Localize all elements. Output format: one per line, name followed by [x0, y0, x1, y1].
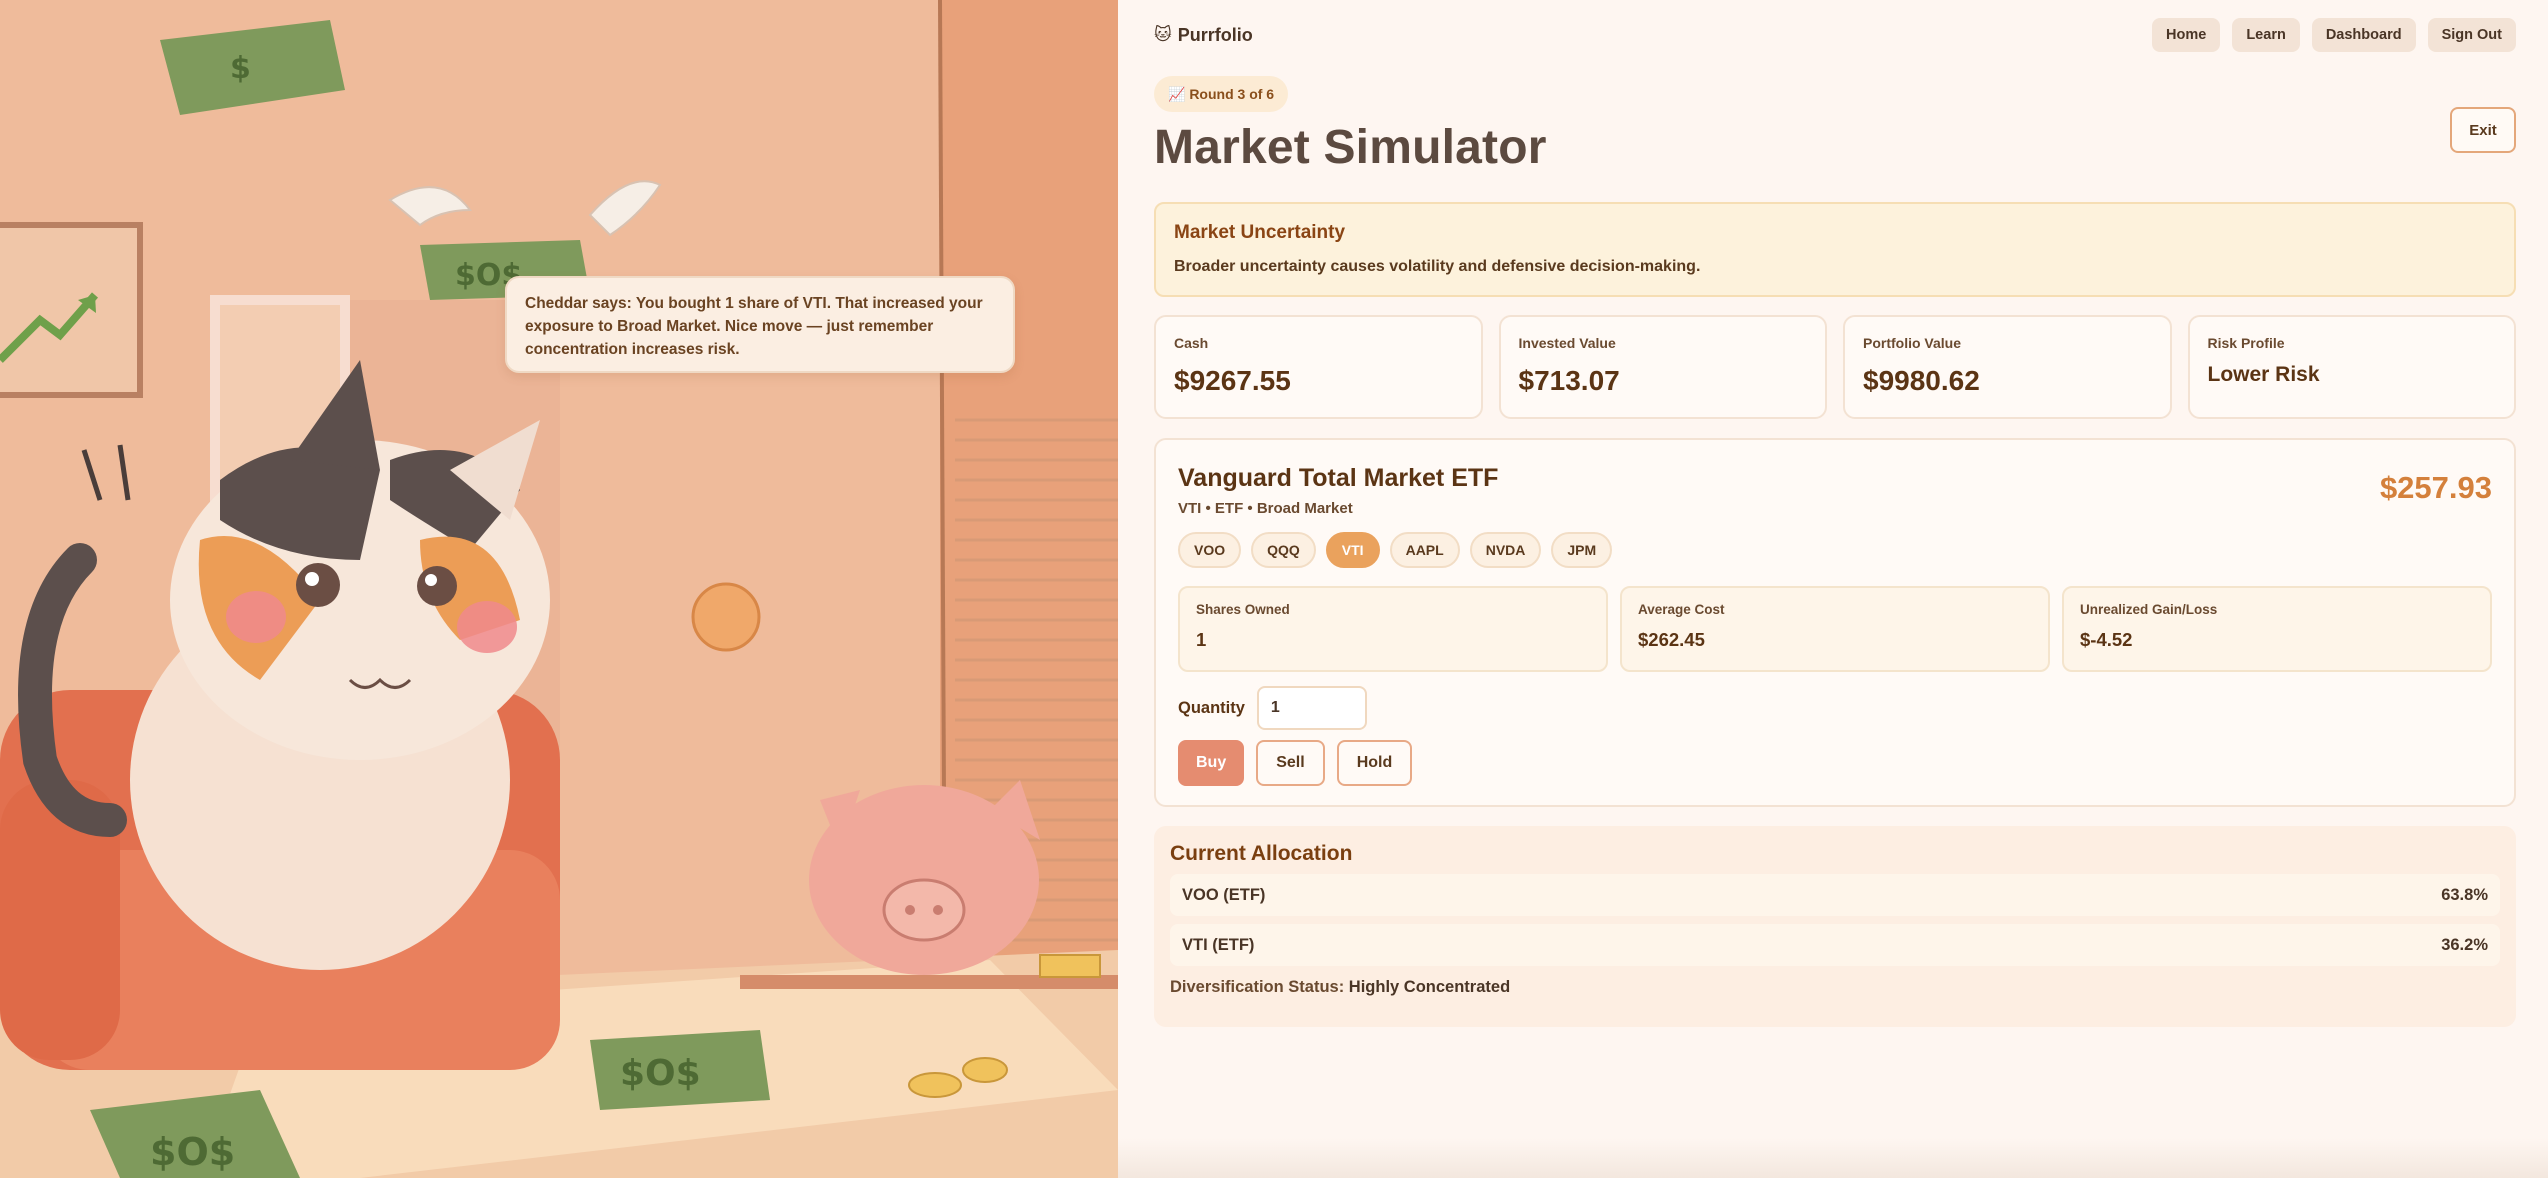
holding-label: Average Cost [1638, 602, 1725, 617]
holdings-summary: Shares Owned 1 Average Cost $262.45 Unre… [1178, 586, 2492, 672]
nav-learn-button[interactable]: Learn [2232, 18, 2300, 52]
nav-dashboard-button[interactable]: Dashboard [2311, 18, 2416, 52]
allocation-row: VTI (ETF) 36.2% [1170, 924, 2500, 966]
scene-illustration: $ $O$ $O$ $O$ Cheddar says: You bought 1… [0, 0, 1118, 1178]
stat-label: Portfolio Value [1863, 335, 1962, 351]
allocation-name: VTI (ETF) [1182, 935, 1255, 954]
stat-cash: Cash $9267.55 [1154, 315, 1483, 419]
page-title: Market Simulator [1154, 121, 1547, 174]
brand[interactable]: 🐱 Purrfolio [1154, 25, 1253, 46]
stat-label: Invested Value [1518, 335, 1616, 351]
hold-button[interactable]: Hold [1336, 740, 1413, 786]
ticker-nvda[interactable]: NVDA [1469, 532, 1542, 568]
ticker-qqq[interactable]: QQQ [1251, 532, 1316, 568]
alert-description: Broader uncertainty causes volatility an… [1174, 258, 1701, 275]
diversification-label: Diversification Status: [1170, 978, 1349, 996]
quantity-label: Quantity [1178, 698, 1245, 717]
diversification-status: Diversification Status: Highly Concentra… [1170, 978, 2500, 997]
ticker-jpm[interactable]: JPM [1551, 532, 1613, 568]
exit-button[interactable]: Exit [2450, 107, 2516, 153]
svg-text:$O$: $O$ [150, 1130, 235, 1174]
allocation-title: Current Allocation [1170, 842, 1353, 865]
stat-label: Cash [1174, 335, 1209, 351]
main-panel: 🐱 Purrfolio Home Learn Dashboard Sign Ou… [1118, 0, 2548, 1178]
alert-title: Market Uncertainty [1174, 222, 1346, 243]
stat-value: $9980.62 [1863, 365, 1980, 396]
diversification-value: Highly Concentrated [1348, 978, 1511, 996]
nav-home-button[interactable]: Home [2152, 18, 2221, 52]
current-allocation: Current Allocation VOO (ETF) 63.8% VTI (… [1154, 826, 2516, 1027]
buy-button[interactable]: Buy [1178, 740, 1245, 786]
holding-label: Shares Owned [1196, 602, 1290, 617]
quantity-row: Quantity [1178, 686, 1367, 730]
holding-value: 1 [1196, 629, 1207, 650]
cat-speech-bubble: Cheddar says: You bought 1 share of VTI.… [505, 276, 1015, 373]
stock-subtitle: VTI • ETF • Broad Market [1178, 500, 1353, 517]
stat-value: $713.07 [1518, 365, 1620, 396]
shares-owned-card: Shares Owned 1 [1178, 586, 1608, 672]
allocation-percent: 63.8% [2441, 885, 2488, 904]
stock-name: Vanguard Total Market ETF [1178, 464, 1499, 492]
sign-out-button[interactable]: Sign Out [2427, 18, 2516, 52]
unrealized-gain-loss-card: Unrealized Gain/Loss $-4.52 [2062, 586, 2492, 672]
stat-value: $9267.55 [1174, 365, 1291, 396]
round-badge: 📈 Round 3 of 6 [1154, 76, 1289, 112]
bottom-fade [1118, 1138, 2548, 1178]
market-event-alert: Market Uncertainty Broader uncertainty c… [1154, 202, 2516, 297]
ticker-voo[interactable]: VOO [1178, 532, 1242, 568]
stock-card: Vanguard Total Market ETF VTI • ETF • Br… [1154, 438, 2516, 807]
trade-actions: Buy Sell Hold [1178, 740, 1413, 786]
sell-button[interactable]: Sell [1256, 740, 1325, 786]
stat-risk-profile: Risk Profile Lower Risk [2187, 315, 2516, 419]
brand-name: Purrfolio [1177, 24, 1253, 45]
cat-face-icon: 🐱 [1154, 25, 1172, 44]
allocation-name: VOO (ETF) [1182, 885, 1266, 904]
svg-text:$O$: $O$ [620, 1053, 701, 1094]
top-bar: 🐱 Purrfolio Home Learn Dashboard Sign Ou… [1154, 18, 2516, 52]
quantity-input[interactable] [1256, 686, 1367, 730]
top-nav: Home Learn Dashboard Sign Out [2152, 18, 2516, 52]
svg-text:$: $ [230, 51, 251, 86]
stat-label: Risk Profile [2207, 335, 2285, 351]
holding-value: $-4.52 [2080, 629, 2133, 650]
portfolio-stats: Cash $9267.55 Invested Value $713.07 Por… [1154, 315, 2516, 419]
holding-value: $262.45 [1638, 629, 1705, 650]
allocation-percent: 36.2% [2441, 935, 2488, 954]
allocation-row: VOO (ETF) 63.8% [1170, 874, 2500, 916]
cat-room-illustration: $ $O$ $O$ $O$ [0, 0, 1118, 1178]
ticker-vti[interactable]: VTI [1325, 532, 1380, 568]
ticker-aapl[interactable]: AAPL [1389, 532, 1460, 568]
stat-invested-value: Invested Value $713.07 [1498, 315, 1827, 419]
holding-label: Unrealized Gain/Loss [2080, 602, 2218, 617]
average-cost-card: Average Cost $262.45 [1620, 586, 2050, 672]
stat-portfolio-value: Portfolio Value $9980.62 [1843, 315, 2172, 419]
ticker-selector: VOO QQQ VTI AAPL NVDA JPM [1178, 532, 1613, 568]
stat-value: Lower Risk [2207, 363, 2320, 386]
stock-price: $257.93 [2379, 470, 2492, 505]
